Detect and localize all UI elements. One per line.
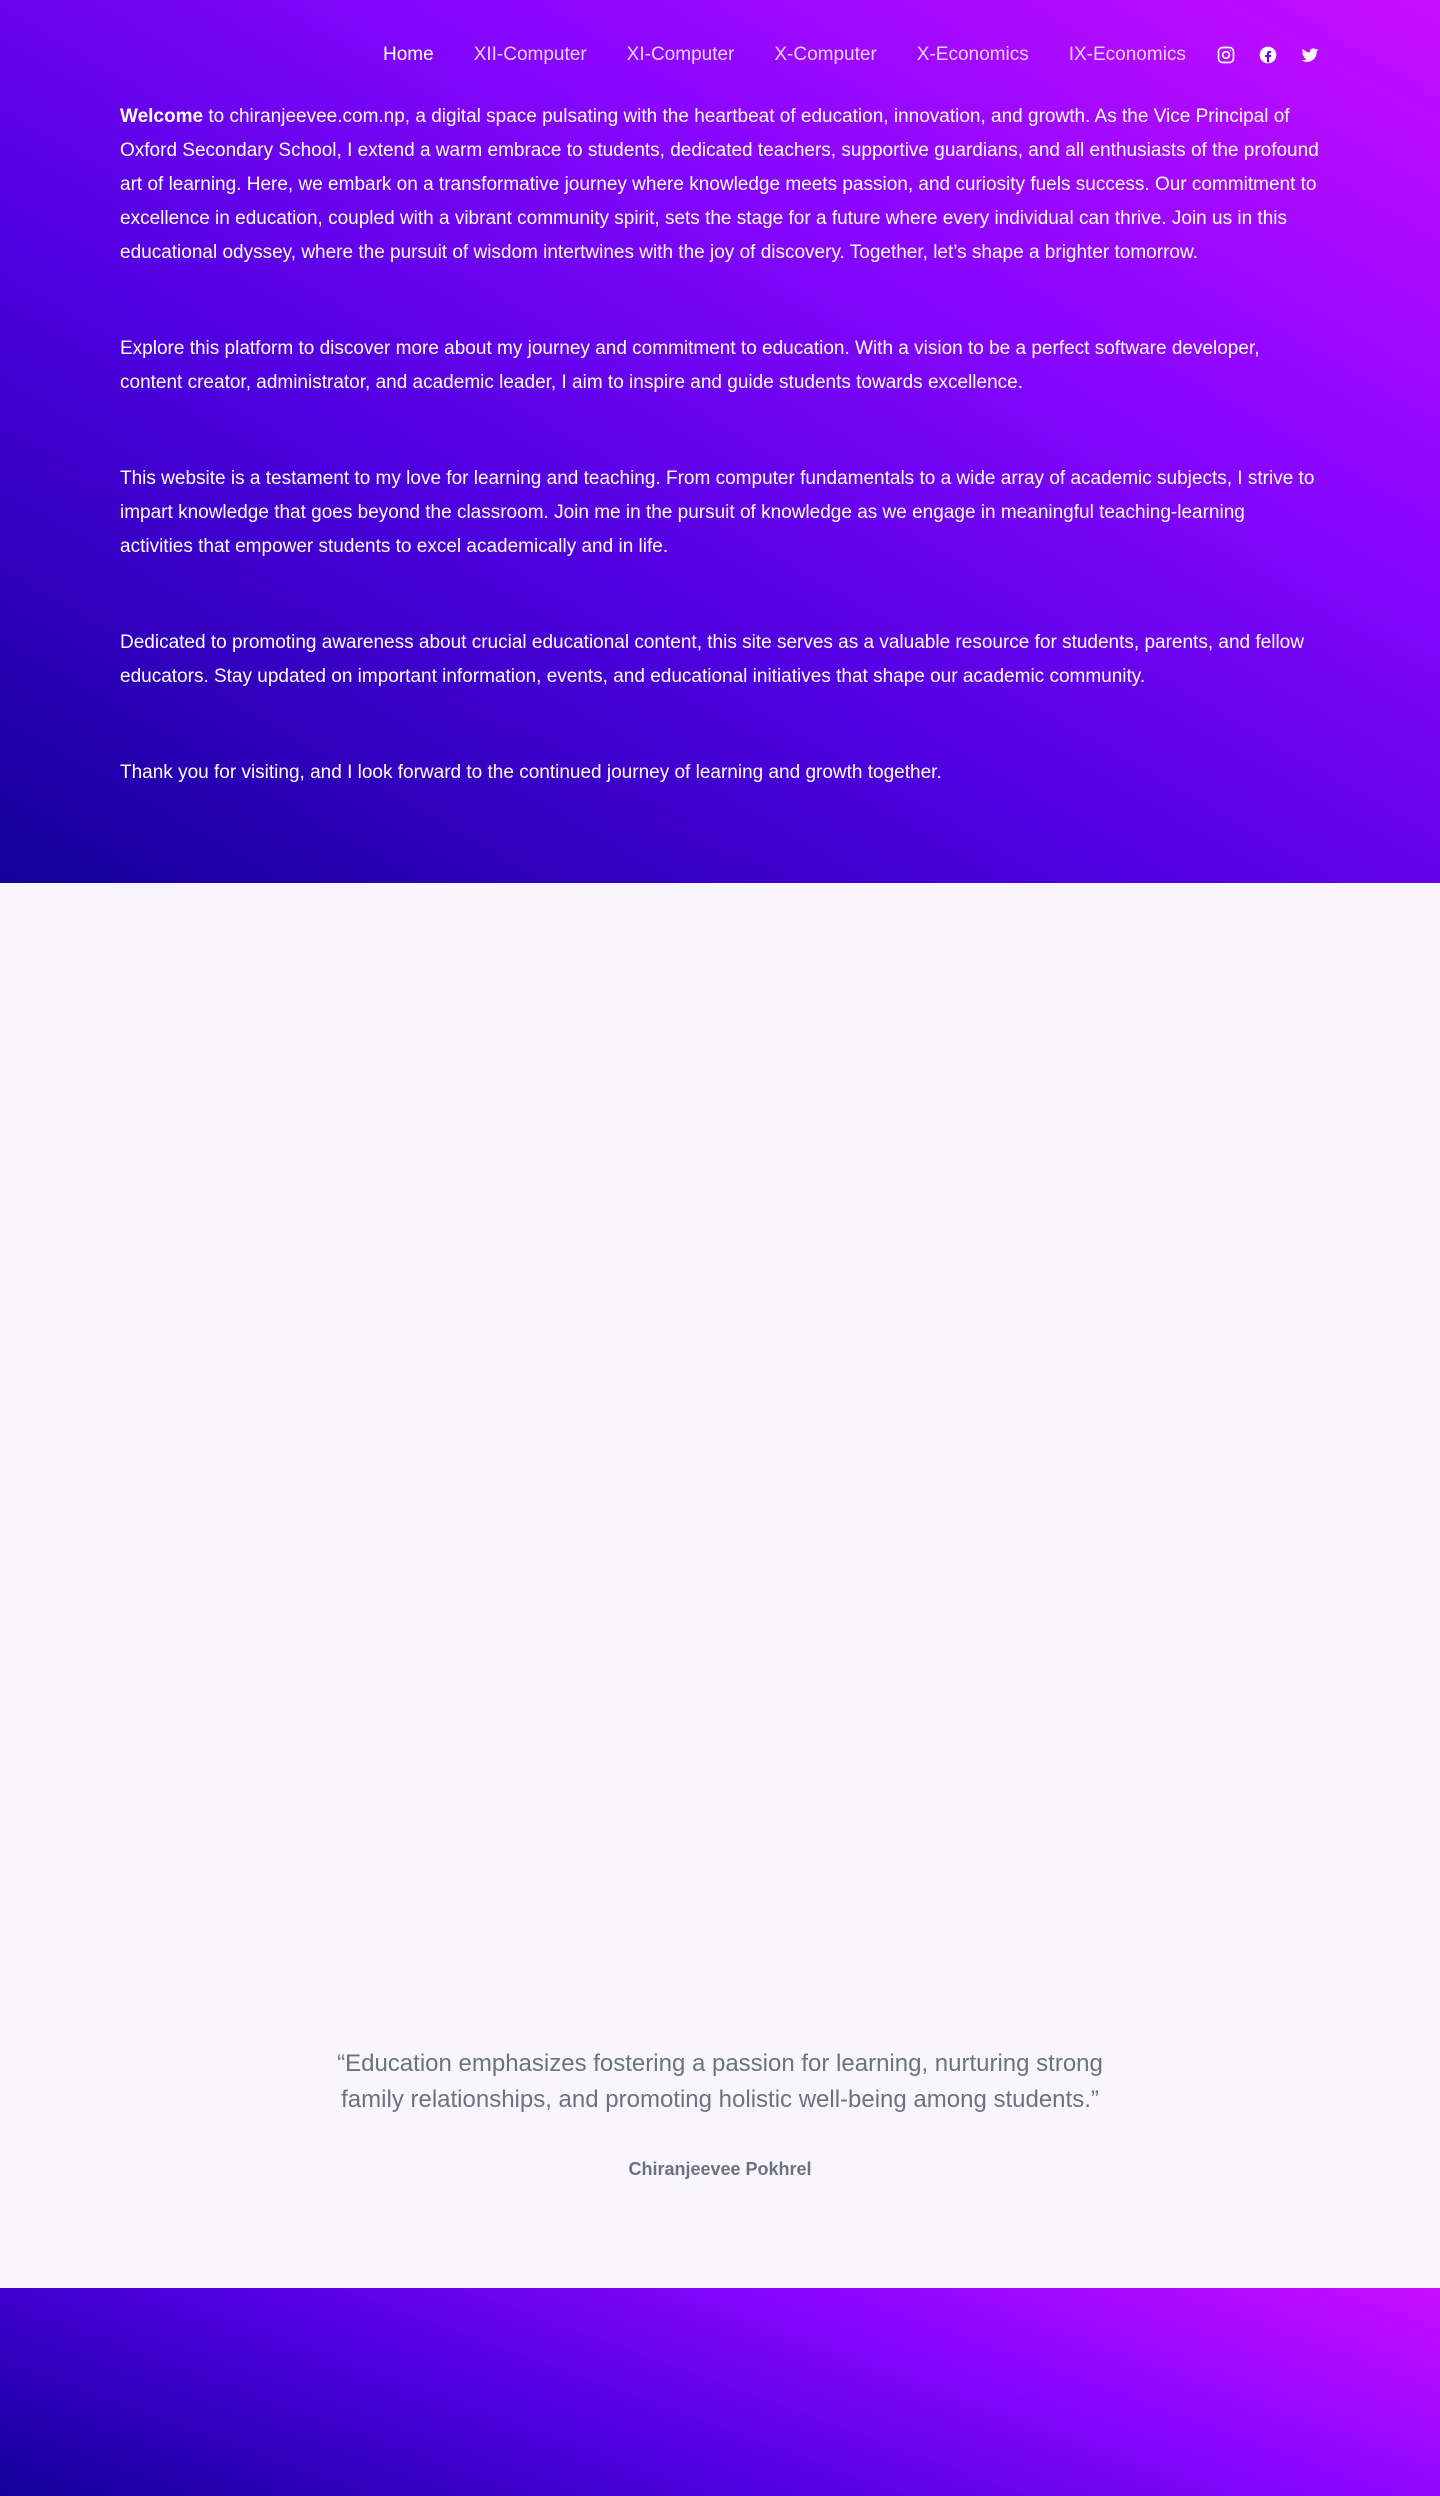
intro-paragraph-explore: Explore this platform to discover more a… [120,338,1260,393]
main-navigation: Home XII-Computer XI-Computer X-Computer… [0,40,1440,70]
social-links [1214,43,1322,67]
nav-item-ix-economics[interactable]: IX-Economics [1069,40,1186,70]
welcome-bold: Welcome [120,106,204,127]
nav-item-xii-computer[interactable]: XII-Computer [474,40,587,70]
instagram-icon[interactable] [1214,43,1238,67]
intro-paragraph-awareness: Dedicated to promoting awareness about c… [120,632,1304,687]
quote-section: “Education emphasizes fostering a passio… [0,883,1440,2288]
footer-section [0,2288,1440,2496]
twitter-icon[interactable] [1298,43,1322,67]
intro-paragraph-thanks: Thank you for visiting, and I look forwa… [120,762,942,783]
nav-item-x-computer[interactable]: X-Computer [774,40,876,70]
nav-item-home[interactable]: Home [383,40,434,70]
hero-section: Home XII-Computer XI-Computer X-Computer… [0,0,1440,883]
intro-content: Welcome to chiranjeevee.com.np, a digita… [120,100,1320,852]
quote-text: “Education emphasizes fostering a passio… [337,2050,1103,2113]
nav-links: Home XII-Computer XI-Computer X-Computer… [383,40,1226,70]
nav-item-xi-computer[interactable]: XI-Computer [627,40,735,70]
intro-paragraph-testament: This website is a testament to my love f… [120,468,1315,557]
nav-item-x-economics[interactable]: X-Economics [917,40,1029,70]
facebook-icon[interactable] [1256,43,1280,67]
intro-paragraph-welcome: Welcome to chiranjeevee.com.np, a digita… [120,100,1320,270]
welcome-text: to chiranjeevee.com.np, a digital space … [120,106,1319,263]
quote-author: Chiranjeevee Pokhrel [628,2159,812,2179]
